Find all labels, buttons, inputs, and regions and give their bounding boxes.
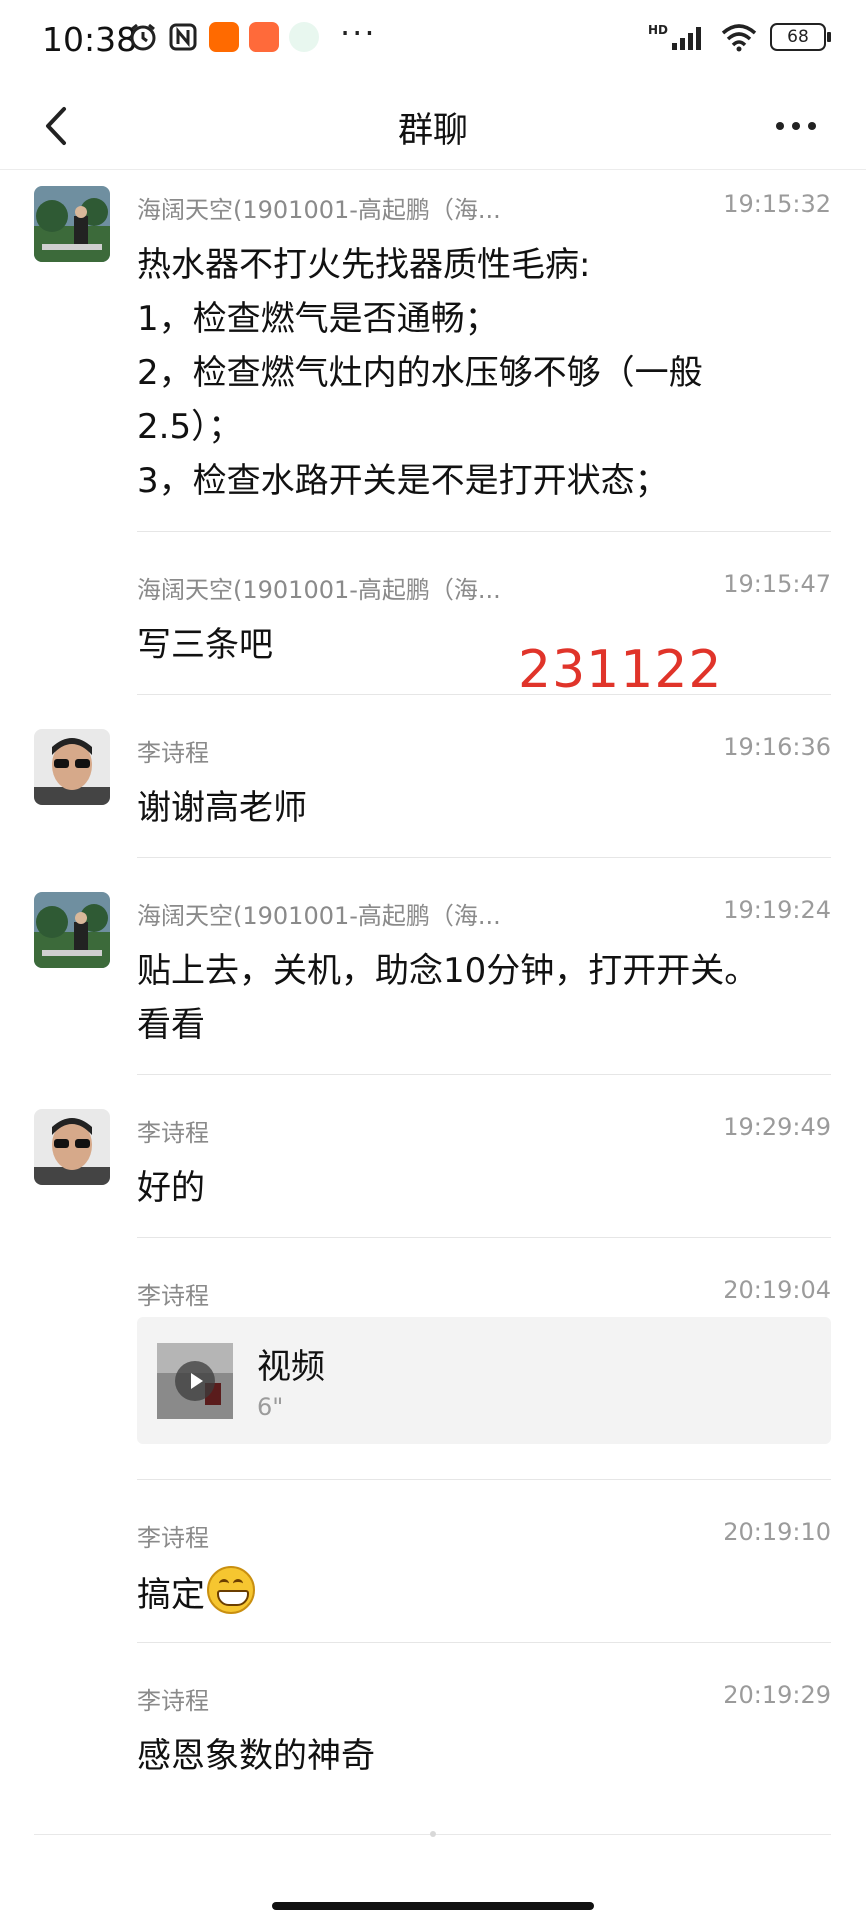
sender-name: 李诗程 <box>137 739 209 767</box>
message-separator <box>137 531 831 532</box>
message-time: 19:15:32 <box>723 190 831 218</box>
more-dot <box>792 122 800 130</box>
shop-app-icon <box>249 22 279 52</box>
sender-name: 海阔天空(1901001-高起鹏（海... <box>137 196 501 224</box>
text-line: 2，检查燃气灶内的水压够不够（一般 <box>137 353 703 393</box>
avatar[interactable] <box>34 186 110 262</box>
nfc-icon <box>169 23 197 51</box>
message-time: 19:16:36 <box>723 733 831 761</box>
browser-app-icon <box>289 22 319 52</box>
status-bar: 10:38 ··· HD 68 <box>0 0 866 82</box>
wifi-icon <box>721 24 757 52</box>
avatar[interactable] <box>34 1109 110 1185</box>
hd-label: HD <box>647 23 668 37</box>
status-right: HD 68 <box>647 22 831 52</box>
page-title: 群聊 <box>397 111 468 151</box>
message-time: 20:19:10 <box>723 1518 831 1546</box>
sender-name: 李诗程 <box>137 1282 209 1310</box>
message-separator <box>137 1237 831 1238</box>
message-separator <box>137 1479 831 1480</box>
message-text: 谢谢高老师 <box>137 788 307 828</box>
more-options-button[interactable] <box>764 96 828 156</box>
message-text: 好的 <box>137 1168 205 1208</box>
battery-icon: 68 <box>770 23 831 51</box>
overlay-stamp-number: 231122 <box>518 640 723 700</box>
more-dot <box>808 122 816 130</box>
text-line: 贴上去，关机，助念10分钟，打开开关。 <box>137 951 759 991</box>
message-text: 感恩象数的神奇 <box>137 1736 375 1776</box>
message-separator <box>137 857 831 858</box>
video-title: 视频 <box>257 1347 325 1387</box>
video-duration: 6" <box>257 1393 284 1421</box>
sender-name: 海阔天空(1901001-高起鹏（海... <box>137 576 501 604</box>
avatar-image <box>34 1109 110 1185</box>
message-time: 20:19:29 <box>723 1681 831 1709</box>
avatar-image <box>34 186 110 262</box>
more-notifications-icon: ··· <box>340 14 377 52</box>
message-time: 19:15:47 <box>723 570 831 598</box>
emoji-eye <box>219 1579 229 1588</box>
signal-icon <box>672 27 701 50</box>
text-line: 搞定 <box>137 1575 205 1615</box>
emoji-eye <box>233 1579 243 1588</box>
mi-app-icon <box>209 22 239 52</box>
play-icon <box>175 1361 215 1401</box>
sender-name: 李诗程 <box>137 1687 209 1715</box>
text-line: 3，检查水路开关是不是打开状态； <box>137 461 669 501</box>
home-indicator[interactable] <box>272 1902 594 1910</box>
sender-name: 海阔天空(1901001-高起鹏（海... <box>137 902 501 930</box>
message-separator <box>137 1074 831 1075</box>
scroll-indicator-dot <box>430 1831 436 1837</box>
alarm-icon <box>130 23 156 51</box>
message-time: 20:19:04 <box>723 1276 831 1304</box>
video-thumbnail <box>157 1343 233 1419</box>
grinning-face-emoji <box>207 1566 255 1614</box>
text-line: 热水器不打火先找器质性毛病: <box>137 245 591 285</box>
message-separator <box>137 694 831 695</box>
video-message-card[interactable]: 视频 6" <box>137 1317 831 1444</box>
text-line: 看看 <box>137 1005 205 1045</box>
avatar[interactable] <box>34 892 110 968</box>
message-separator <box>137 1642 831 1643</box>
title-bar: 群聊 <box>0 82 866 170</box>
avatar-image <box>34 892 110 968</box>
avatar-image <box>34 729 110 805</box>
message-time: 19:29:49 <box>723 1113 831 1141</box>
status-time: 10:38 <box>42 20 138 59</box>
text-line: 1，检查燃气是否通畅； <box>137 299 499 339</box>
more-dots-icon <box>776 122 784 130</box>
sender-name: 李诗程 <box>137 1119 209 1147</box>
message-time: 19:19:24 <box>723 896 831 924</box>
message-text: 热水器不打火先找器质性毛病: 1，检查燃气是否通畅； 2，检查燃气灶内的水压够不… <box>137 238 797 508</box>
message-text: 搞定 <box>137 1566 797 1622</box>
sender-name: 李诗程 <box>137 1524 209 1552</box>
avatar[interactable] <box>34 729 110 805</box>
text-line: 2.5）； <box>137 407 243 447</box>
title-divider <box>0 169 866 170</box>
emoji-mouth <box>217 1590 249 1606</box>
message-text: 贴上去，关机，助念10分钟，打开开关。 看看 <box>137 944 797 1052</box>
